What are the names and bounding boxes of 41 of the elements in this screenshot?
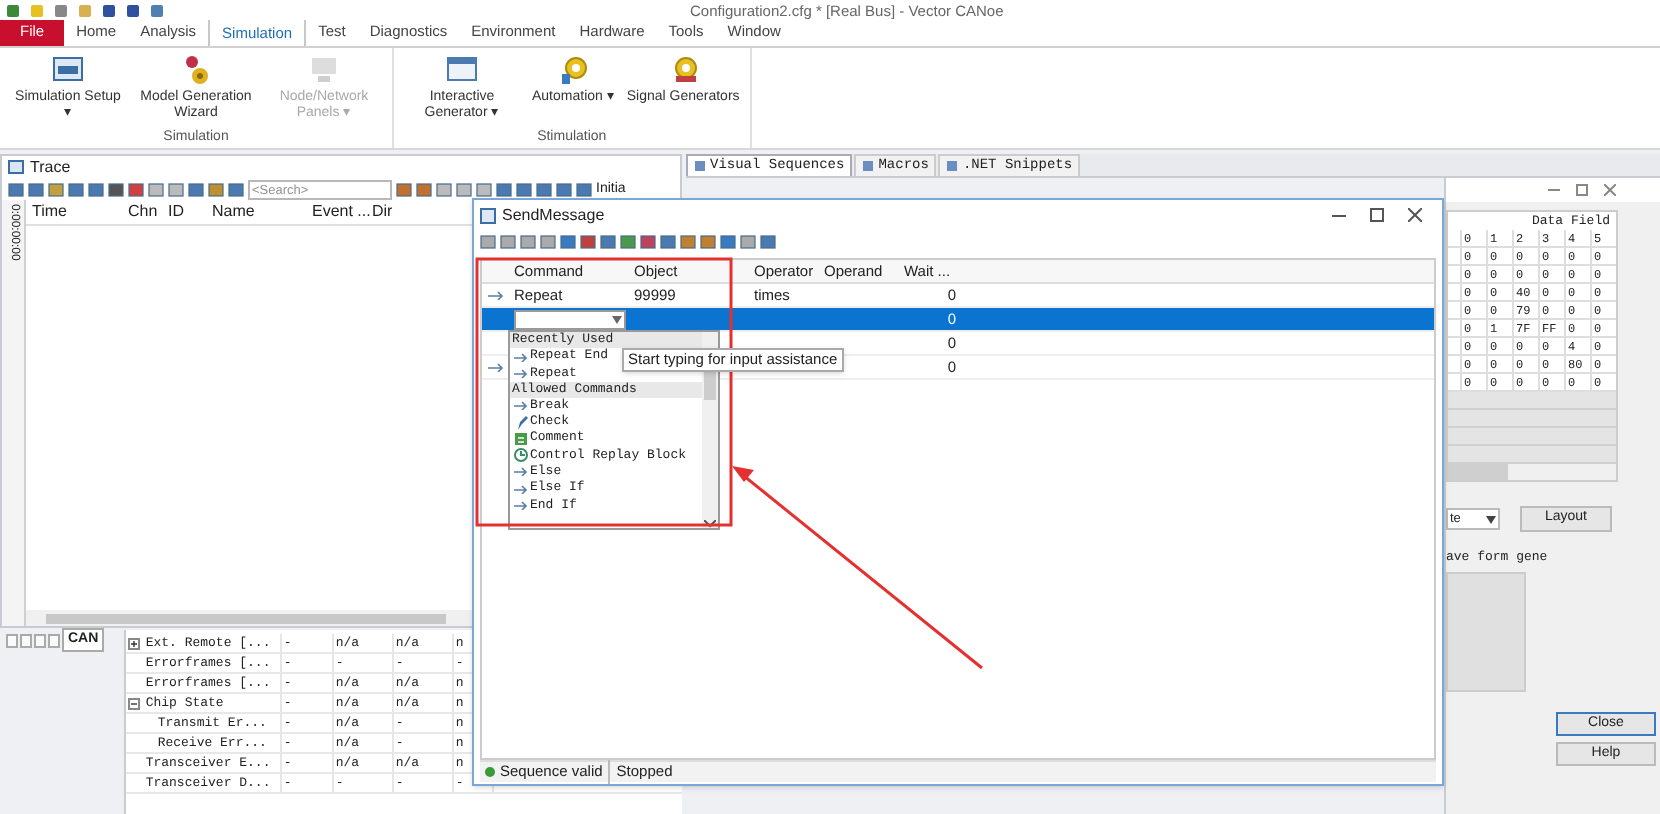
chevron-down-icon [704,520,716,528]
scroll-thumb[interactable] [46,613,446,623]
tab-icon [862,160,875,172]
column-header[interactable]: Event ... [306,200,366,224]
gear-icon [557,54,590,86]
window-icon [480,207,496,223]
close-icon[interactable] [1604,184,1616,196]
arrow-icon [514,351,528,362]
close-icon[interactable] [1408,208,1422,222]
monitor-icon [308,54,340,86]
pen-icon [514,415,528,430]
column-header[interactable]: ID [162,200,206,224]
scroll-bar[interactable] [1448,464,1616,480]
arrow-icon [514,400,528,411]
window-title: SendMessage [502,203,607,227]
column-header[interactable]: Time [26,200,122,224]
maximize-icon[interactable] [1576,184,1588,196]
column-header[interactable]: Name [206,200,306,224]
combo-box[interactable] [514,309,626,329]
scroll-thumb[interactable] [1448,464,1508,480]
expand-icon[interactable] [128,637,141,649]
window-icon [446,54,478,86]
note-icon [514,431,528,446]
tab-icon [694,160,706,172]
arrow-icon [514,466,528,477]
collapse-icon[interactable] [128,697,141,709]
column-header[interactable]: Chn [122,200,162,224]
window-icon [52,54,84,86]
gear-icon [180,54,212,86]
arrow-icon [514,367,528,378]
caret-icon [1486,515,1496,523]
window-icon [8,160,24,176]
maximize-icon[interactable] [1370,208,1384,222]
arrow-icon [514,500,528,511]
clock-icon [514,448,528,463]
status-dot-icon [484,766,496,778]
minimize-icon[interactable] [1548,184,1560,196]
arrow-icon [514,483,528,494]
tab-icon [946,160,959,172]
panel-title: Trace [30,156,71,180]
caret-icon [612,315,622,323]
